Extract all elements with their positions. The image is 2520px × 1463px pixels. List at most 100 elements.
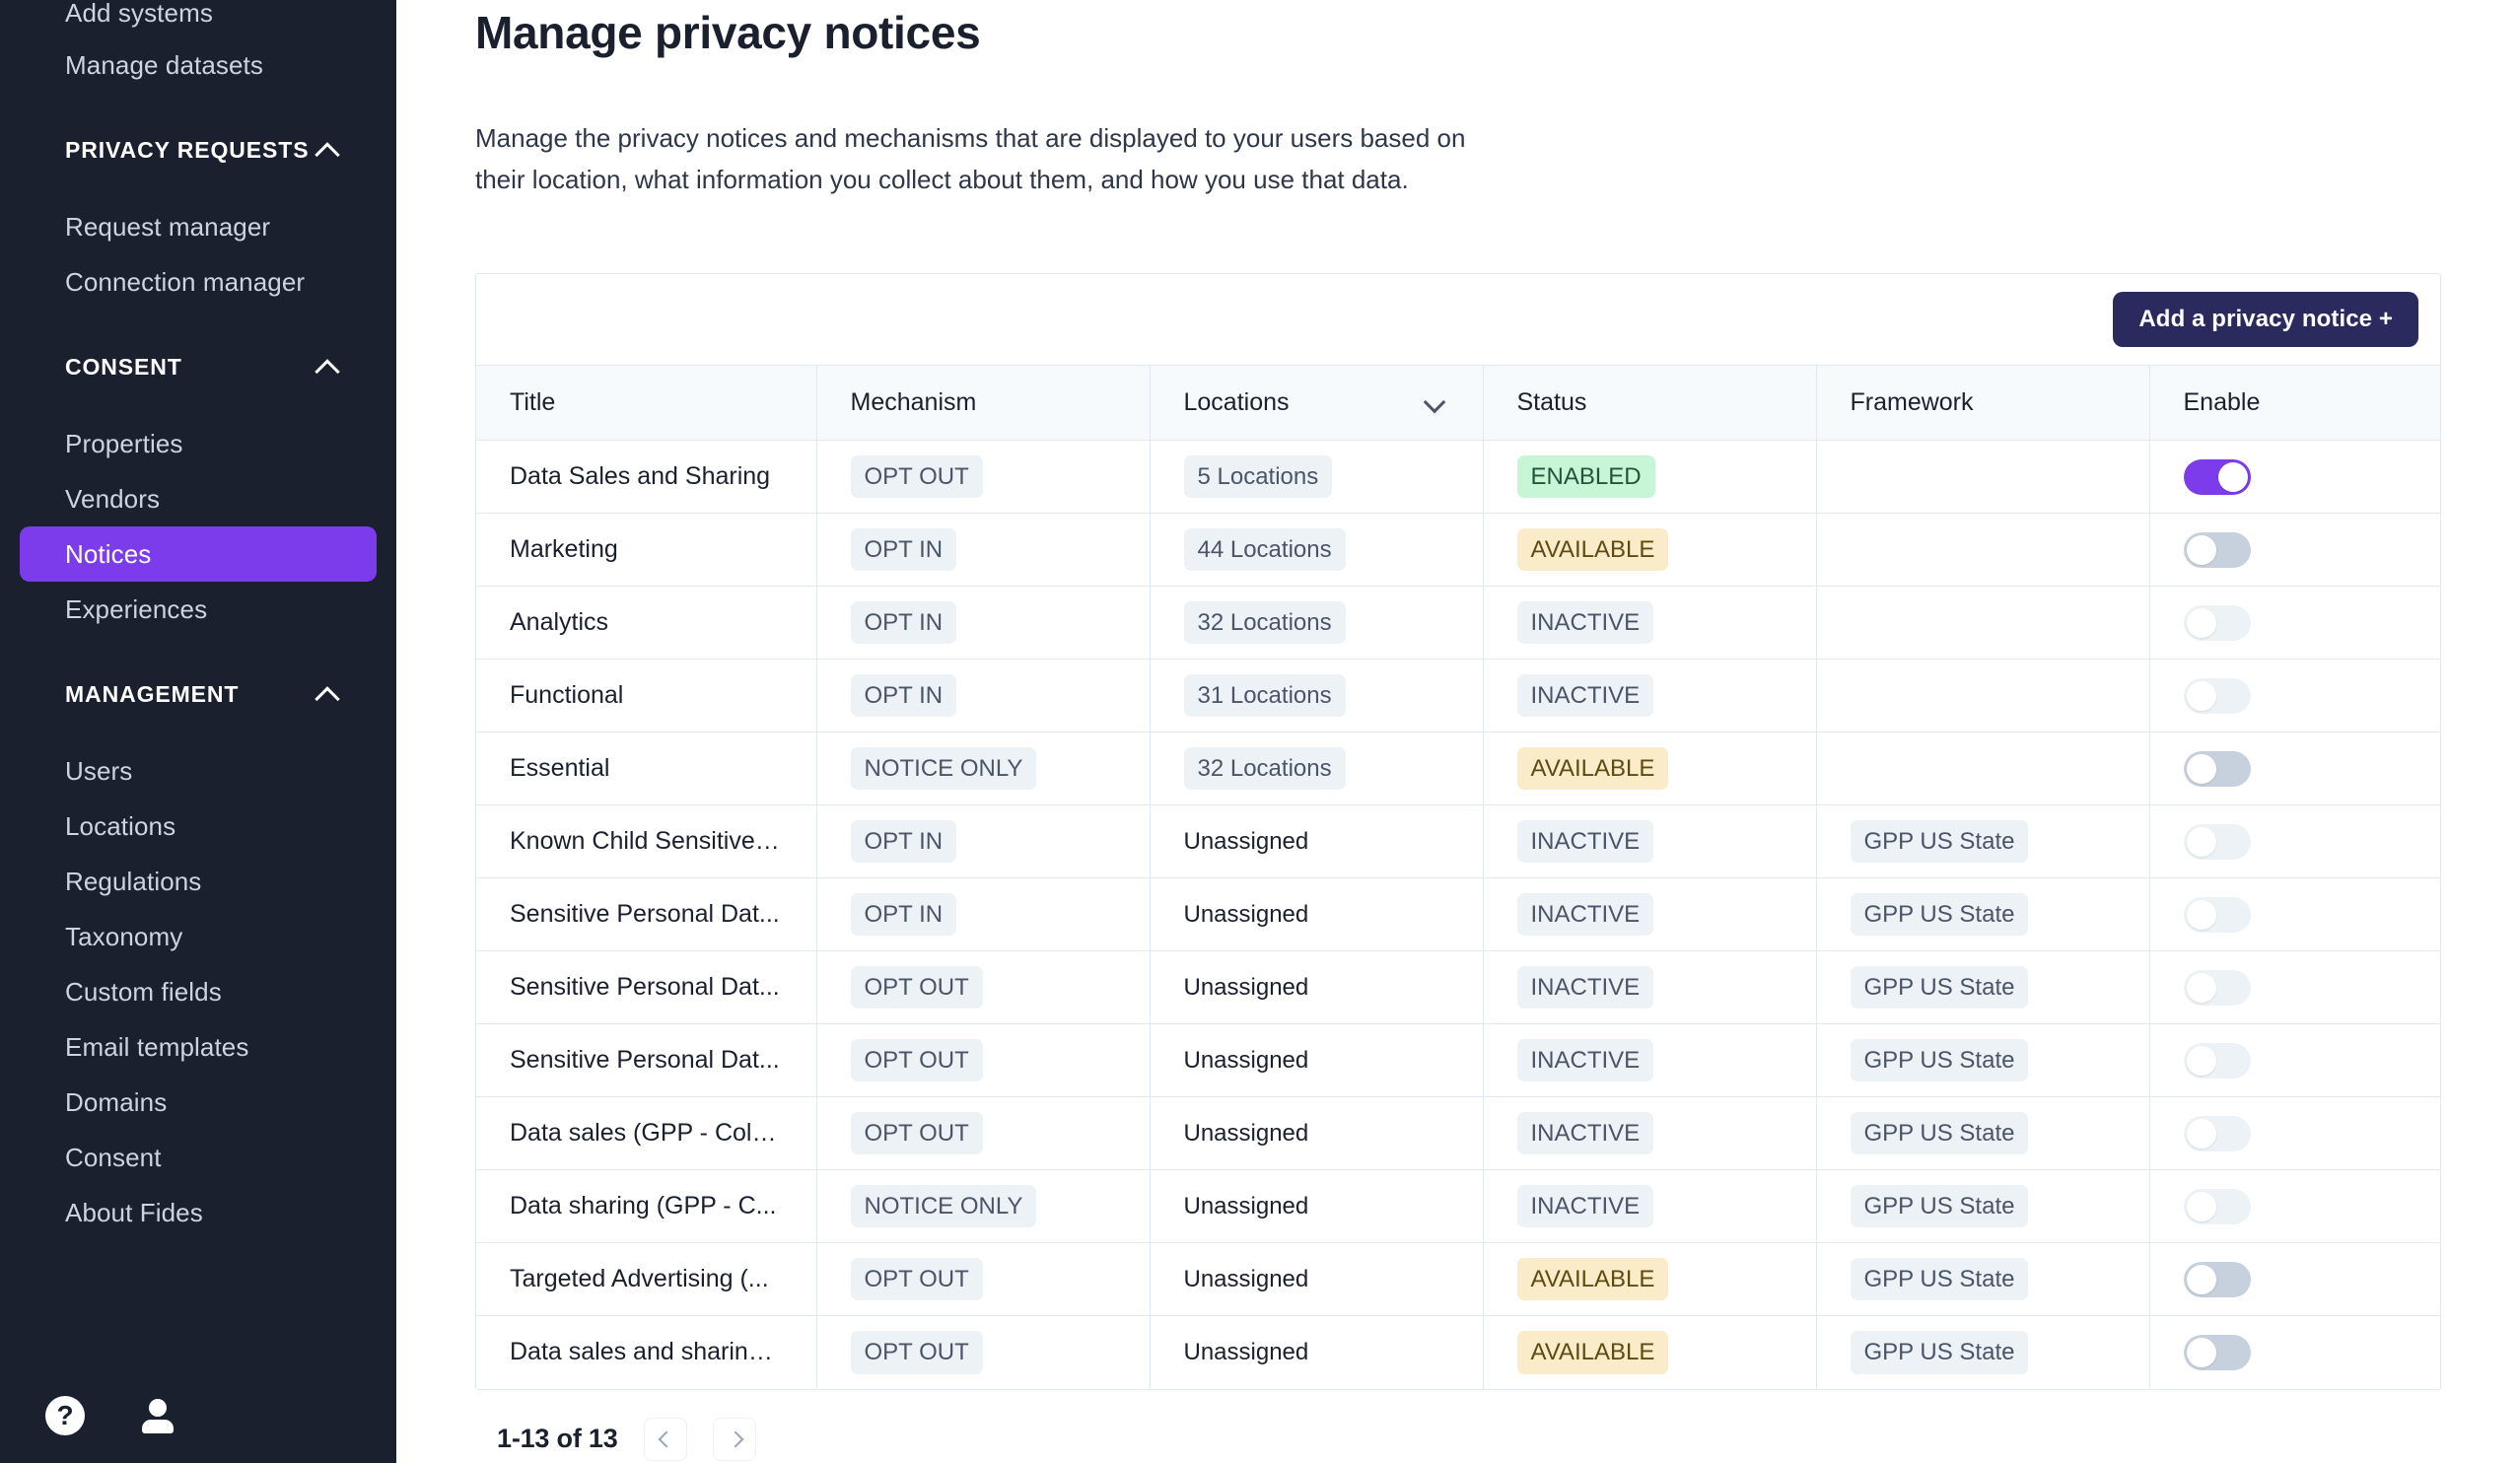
table-row[interactable]: Sensitive Personal Dat... OPT OUT Unassign… [476,1023,2440,1098]
cell-enable [2149,1316,2440,1389]
sidebar-item-manage-datasets[interactable]: Manage datasets [20,37,377,93]
sidebar-item-regulations[interactable]: Regulations [20,854,377,909]
enable-toggle[interactable] [2183,1115,2251,1151]
table-row[interactable]: Sensitive Personal Dat... OPT IN Unassigne… [476,877,2440,952]
chevron-down-icon[interactable] [1424,392,1445,414]
toggle-knob [2186,534,2216,565]
enable-toggle[interactable] [2183,677,2251,714]
sidebar-item-connection-manager[interactable]: Connection manager [20,254,377,310]
toggle-knob [2186,826,2216,857]
cell-status: INACTIVE [1483,586,1817,661]
table-row[interactable]: Data sales (GPP - Colo... OPT OUT Unassign… [476,1096,2440,1171]
enable-toggle[interactable] [2183,458,2251,495]
column-header-locations[interactable]: Locations [1150,365,1484,442]
pagination-next-button[interactable] [712,1417,756,1461]
help-circle-icon[interactable]: ? [45,1396,85,1435]
cell-mechanism: OPT IN [816,659,1151,733]
cell-mechanism: OPT OUT [816,1315,1151,1389]
cell-status: INACTIVE [1483,659,1817,733]
column-header-title[interactable]: Title [476,365,817,442]
column-header-title-label: Title [510,388,556,417]
sidebar-item-domains[interactable]: Domains [20,1075,377,1130]
status-badge: INACTIVE [1516,673,1654,718]
table-row[interactable]: Data Sales and Sharing OPT OUT 5 Locations… [476,440,2440,515]
enable-toggle[interactable] [2183,531,2251,568]
pagination-prev-button[interactable] [643,1417,687,1461]
sidebar-item-add-systems[interactable]: Add systems [20,0,377,37]
enable-toggle[interactable] [2183,1188,2251,1224]
column-header-status[interactable]: Status [1483,365,1817,442]
table-row[interactable]: Data sharing (GPP - C... NOTICE ONLY Unass… [476,1169,2440,1244]
cell-enable [2149,732,2440,806]
table-row[interactable]: Known Child Sensitive ... OPT IN Unassigne… [476,804,2440,879]
sidebar-sections: PRIVACY REQUESTS Request manager Connectio… [0,93,396,1240]
sidebar-item-notices[interactable]: Notices [20,526,377,582]
enable-toggle[interactable] [2183,1042,2251,1079]
cell-mechanism: OPT OUT [816,1242,1151,1317]
table-row[interactable]: Marketing OPT IN 44 Locations AVAILABLE [476,513,2440,588]
column-header-mechanism[interactable]: Mechanism [816,365,1151,442]
sidebar-item-about-fides[interactable]: About Fides [20,1185,377,1240]
cell-title: Analytics [476,586,817,661]
cell-enable [2149,1023,2440,1098]
page-description: Manage the privacy notices and mechanism… [475,123,1466,195]
cell-locations: Unassigned [1150,950,1484,1025]
sidebar-item-request-manager[interactable]: Request manager [20,199,377,254]
locations-text: Unassigned [1183,900,1309,928]
sidebar-item-taxonomy[interactable]: Taxonomy [20,909,377,964]
column-header-framework[interactable]: Framework [1816,365,2150,442]
cell-framework [1816,513,2150,588]
cell-framework: GPP US State [1816,877,2150,952]
mechanism-badge: OPT IN [850,819,957,864]
sidebar-item-consent[interactable]: Consent [20,1130,377,1185]
cell-locations: 32 Locations [1150,586,1484,661]
cell-enable [2149,440,2440,515]
enable-toggle[interactable] [2183,896,2251,933]
column-header-framework-label: Framework [1850,388,1974,417]
pagination: 1-13 of 13 [497,1417,2520,1461]
locations-text: Unassigned [1183,1119,1309,1147]
enable-toggle[interactable] [2183,750,2251,787]
sidebar-item-experiences[interactable]: Experiences [20,582,377,637]
column-header-enable[interactable]: Enable [2149,365,2440,442]
sidebar-item-users[interactable]: Users [20,743,377,799]
sidebar-item-custom-fields[interactable]: Custom fields [20,964,377,1019]
sidebar-section-privacy-requests[interactable]: PRIVACY REQUESTS [20,122,377,177]
table-row[interactable]: Targeted Advertising (... OPT OUT Unassign… [476,1242,2440,1317]
sidebar-item-properties[interactable]: Properties [20,416,377,471]
enable-toggle[interactable] [2183,1334,2251,1370]
sidebar-item-label: Experiences [65,594,208,624]
main-content: Manage privacy notices Manage the privac… [396,0,2520,1463]
chevron-up-icon[interactable] [315,354,341,380]
table-row[interactable]: Analytics OPT IN 32 Locations INACTIVE [476,586,2440,661]
status-badge: INACTIVE [1516,1184,1654,1228]
sidebar-item-email-templates[interactable]: Email templates [20,1019,377,1075]
table-row[interactable]: Essential NOTICE ONLY 32 Locations AVAILABL… [476,732,2440,806]
cell-locations: Unassigned [1150,1242,1484,1317]
sidebar-item-label: Consent [65,1143,162,1172]
enable-toggle[interactable] [2183,604,2251,641]
user-avatar-icon[interactable] [138,1396,177,1435]
table-head: Title Mechanism Locations Status Framewo… [476,365,2440,442]
sidebar-item-vendors[interactable]: Vendors [20,471,377,526]
table-row[interactable]: Functional OPT IN 31 Locations INACTIVE [476,659,2440,733]
mechanism-badge: OPT OUT [850,1331,983,1374]
sidebar-item-label: Custom fields [65,977,222,1007]
status-badge: INACTIVE [1516,892,1654,937]
sidebar-section-management[interactable]: MANAGEMENT [20,666,377,722]
add-privacy-notice-button[interactable]: Add a privacy notice + [2113,292,2418,348]
mechanism-badge: NOTICE ONLY [850,1184,1037,1228]
table-row[interactable]: Sensitive Personal Dat... OPT OUT Unassign… [476,950,2440,1025]
sidebar-item-locations[interactable]: Locations [20,799,377,854]
enable-toggle[interactable] [2183,1261,2251,1297]
cell-status: INACTIVE [1483,1169,1817,1244]
cell-enable [2149,659,2440,733]
chevron-up-icon[interactable] [315,137,341,163]
chevron-up-icon[interactable] [315,681,341,707]
enable-toggle[interactable] [2183,823,2251,860]
cell-locations: Unassigned [1150,804,1484,879]
sidebar-section-consent[interactable]: CONSENT [20,339,377,394]
enable-toggle[interactable] [2183,969,2251,1006]
table-row[interactable]: Data sales and sharing... OPT OUT Unassign… [476,1315,2440,1389]
